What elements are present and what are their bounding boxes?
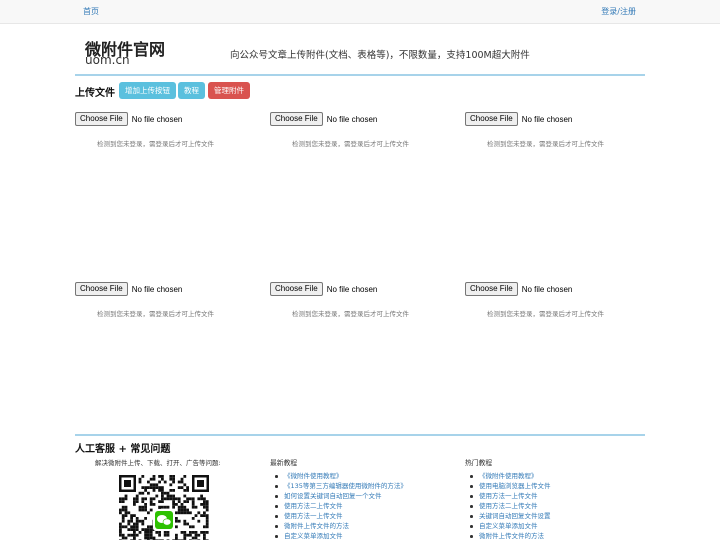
login-required-notice: 检测到您未登录，需登录后才可上传文件 <box>487 140 604 148</box>
support-caption: 解决微附件上传、下载、打开、广告等问题: <box>95 459 221 467</box>
choose-file-button[interactable]: Choose File <box>75 112 128 126</box>
tutorial-link[interactable]: 使用电脑浏览器上传文件 <box>467 481 551 491</box>
nav-login-link[interactable]: 登录/注册 <box>601 6 636 17</box>
tutorial-link[interactable]: 微附件上传文件的方法 <box>272 521 407 531</box>
login-required-notice: 检测到您未登录，需登录后才可上传文件 <box>487 310 604 318</box>
login-required-notice: 检测到您未登录，需登录后才可上传文件 <box>97 310 214 318</box>
tutorial-link[interactable]: 如何设置关键词自动回复一个文件 <box>272 491 407 501</box>
tutorial-link[interactable]: 关键词自动回复文件设置 <box>467 511 551 521</box>
latest-tutorials-title: 最新教程 <box>270 459 298 467</box>
support-divider <box>75 434 645 436</box>
choose-file-button[interactable]: Choose File <box>465 112 518 126</box>
upload-section-title: 上传文件 <box>75 88 115 99</box>
tutorial-link[interactable]: 使用方法二上传文件 <box>272 501 407 511</box>
latest-tutorials-list: 《微附件使用教程》 《135等第三方编辑器使用微附件的方法》 如何设置关键词自动… <box>272 471 407 541</box>
header-divider <box>75 74 645 76</box>
wechat-qr-code <box>118 474 210 540</box>
file-status: No file chosen <box>521 284 573 294</box>
upload-slot: Choose File No file chosen 检测到您未登录，需登录后才… <box>270 112 450 148</box>
upload-slot: Choose File No file chosen 检测到您未登录，需登录后才… <box>270 282 450 318</box>
file-status: No file chosen <box>131 284 183 294</box>
tutorial-link[interactable]: 使用方法一上传文件 <box>272 511 407 521</box>
file-status: No file chosen <box>131 114 183 124</box>
manage-attachments-button[interactable]: 管理附件 <box>208 82 250 99</box>
tutorial-link[interactable]: 使用方法一上传文件 <box>467 491 551 501</box>
file-status: No file chosen <box>326 284 378 294</box>
nav-home-link[interactable]: 首页 <box>83 6 99 17</box>
top-navbar: 首页 登录/注册 <box>0 0 720 24</box>
login-required-notice: 检测到您未登录，需登录后才可上传文件 <box>292 310 409 318</box>
hot-tutorials-list: 《微附件使用教程》 使用电脑浏览器上传文件 使用方法一上传文件 使用方法二上传文… <box>467 471 551 541</box>
choose-file-button[interactable]: Choose File <box>270 282 323 296</box>
choose-file-button[interactable]: Choose File <box>465 282 518 296</box>
upload-slot: Choose File No file chosen 检测到您未登录，需登录后才… <box>465 282 645 318</box>
upload-slot: Choose File No file chosen 检测到您未登录，需登录后才… <box>75 112 255 148</box>
tutorial-link[interactable]: 自定义菜单添加文件 <box>467 521 551 531</box>
file-status: No file chosen <box>521 114 573 124</box>
tutorial-link[interactable]: 《微附件使用教程》 <box>272 471 407 481</box>
support-section-title: 人工客服 + 常见问题 <box>75 444 171 455</box>
tutorial-button[interactable]: 教程 <box>178 82 205 99</box>
upload-slot: Choose File No file chosen 检测到您未登录，需登录后才… <box>75 282 255 318</box>
choose-file-button[interactable]: Choose File <box>270 112 323 126</box>
site-domain: uom.cn <box>85 53 130 67</box>
file-status: No file chosen <box>326 114 378 124</box>
tutorial-link[interactable]: 使用方法二上传文件 <box>467 501 551 511</box>
upload-slot: Choose File No file chosen 检测到您未登录，需登录后才… <box>465 112 645 148</box>
tutorial-link[interactable]: 《135等第三方编辑器使用微附件的方法》 <box>272 481 407 491</box>
add-upload-button[interactable]: 增加上传按钮 <box>119 82 176 99</box>
choose-file-button[interactable]: Choose File <box>75 282 128 296</box>
hot-tutorials-title: 热门教程 <box>465 459 493 467</box>
site-slogan: 向公众号文章上传附件(文档、表格等)，不限数量，支持100M超大附件 <box>230 50 530 61</box>
login-required-notice: 检测到您未登录，需登录后才可上传文件 <box>292 140 409 148</box>
tutorial-link[interactable]: 《微附件使用教程》 <box>467 471 551 481</box>
login-required-notice: 检测到您未登录，需登录后才可上传文件 <box>97 140 214 148</box>
